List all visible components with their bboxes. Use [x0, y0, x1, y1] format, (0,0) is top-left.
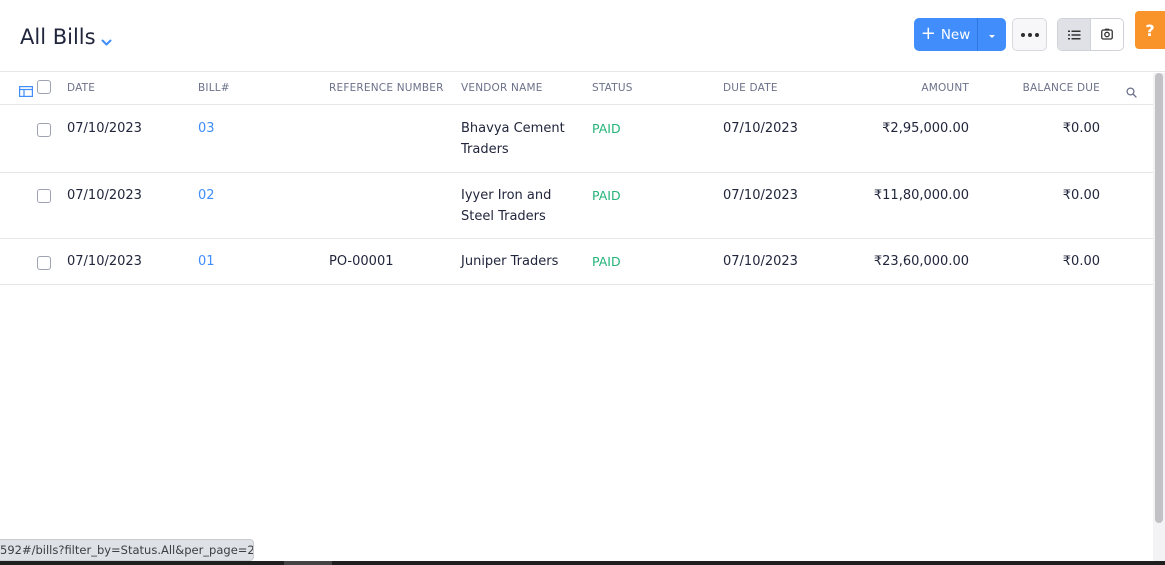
row-amount: ₹11,80,000.00 [873, 188, 969, 203]
column-header-bill[interactable]: BILL# [198, 82, 230, 94]
list-view-button[interactable] [1058, 19, 1091, 50]
column-header-due-date[interactable]: DUE DATE [723, 82, 778, 94]
row-checkbox[interactable] [37, 189, 51, 203]
plus-icon: + [920, 22, 936, 44]
search-icon[interactable] [1126, 83, 1137, 102]
row-bill-link[interactable]: 03 [198, 121, 215, 136]
help-button[interactable]: ? [1135, 11, 1165, 49]
chevron-down-icon [101, 28, 112, 52]
row-checkbox[interactable] [37, 123, 51, 137]
column-header-amount[interactable]: AMOUNT [921, 82, 969, 94]
new-button-label: New [940, 26, 971, 43]
row-due-date: 07/10/2023 [723, 254, 798, 269]
vertical-scrollbar[interactable] [1153, 73, 1165, 565]
row-vendor: Bhavya Cement Traders [461, 121, 565, 157]
photo-view-button[interactable] [1091, 19, 1123, 50]
row-vendor: Juniper Traders [461, 254, 559, 269]
column-header-balance-due[interactable]: BALANCE DUE [1023, 82, 1100, 94]
row-balance-due: ₹0.00 [1062, 188, 1100, 203]
scrollbar-thumb[interactable] [1155, 73, 1163, 523]
column-settings-icon[interactable] [19, 82, 34, 101]
more-dot [1034, 32, 1039, 37]
column-header-date[interactable]: DATE [67, 82, 95, 94]
page-title: All Bills [20, 25, 96, 49]
row-due-date: 07/10/2023 [723, 121, 798, 136]
table-row[interactable]: 07/10/2023 03 Bhavya Cement Traders PAID… [0, 106, 1153, 173]
table-row[interactable]: 07/10/2023 01 PO-00001 Juniper Traders P… [0, 239, 1153, 285]
row-reference: PO-00001 [329, 254, 394, 269]
row-date: 07/10/2023 [67, 254, 142, 269]
row-status: PAID [592, 254, 621, 269]
more-dots-icon [1020, 32, 1025, 37]
new-dropdown-button[interactable] [978, 18, 1006, 51]
view-toggle [1057, 18, 1124, 51]
camera-icon [1101, 25, 1113, 44]
more-dot [1027, 32, 1032, 37]
row-balance-due: ₹0.00 [1062, 254, 1100, 269]
page-header: All Bills + New ? [0, 0, 1165, 72]
caret-down-icon [988, 27, 996, 43]
row-status: PAID [592, 121, 621, 136]
column-header-vendor[interactable]: VENDOR NAME [461, 82, 543, 94]
view-selector[interactable]: All Bills [20, 22, 112, 52]
column-header-reference[interactable]: REFERENCE NUMBER [329, 82, 444, 94]
row-amount: ₹23,60,000.00 [873, 254, 969, 269]
row-date: 07/10/2023 [67, 121, 142, 136]
table-row[interactable]: 07/10/2023 02 Iyyer Iron and Steel Trade… [0, 173, 1153, 239]
row-date: 07/10/2023 [67, 188, 142, 203]
table-header: DATE BILL# REFERENCE NUMBER VENDOR NAME … [0, 73, 1153, 105]
select-all-checkbox[interactable] [37, 80, 51, 94]
row-status: PAID [592, 188, 621, 203]
new-button[interactable]: + New [914, 18, 978, 51]
column-header-status[interactable]: STATUS [592, 82, 633, 94]
row-bill-link[interactable]: 01 [198, 254, 215, 269]
row-checkbox[interactable] [37, 256, 51, 270]
bottom-edge-segment [284, 561, 332, 565]
row-balance-due: ₹0.00 [1062, 121, 1100, 136]
row-bill-link[interactable]: 02 [198, 188, 215, 203]
row-amount: ₹2,95,000.00 [882, 121, 969, 136]
list-view-icon [1067, 25, 1081, 44]
row-due-date: 07/10/2023 [723, 188, 798, 203]
more-options-button[interactable] [1012, 18, 1047, 51]
row-vendor: Iyyer Iron and Steel Traders [461, 188, 552, 224]
bottom-edge [0, 561, 1165, 565]
link-preview-url: 592#/bills?filter_by=Status.All&per_page… [0, 539, 254, 561]
new-bill-split-button: + New [914, 18, 1006, 51]
